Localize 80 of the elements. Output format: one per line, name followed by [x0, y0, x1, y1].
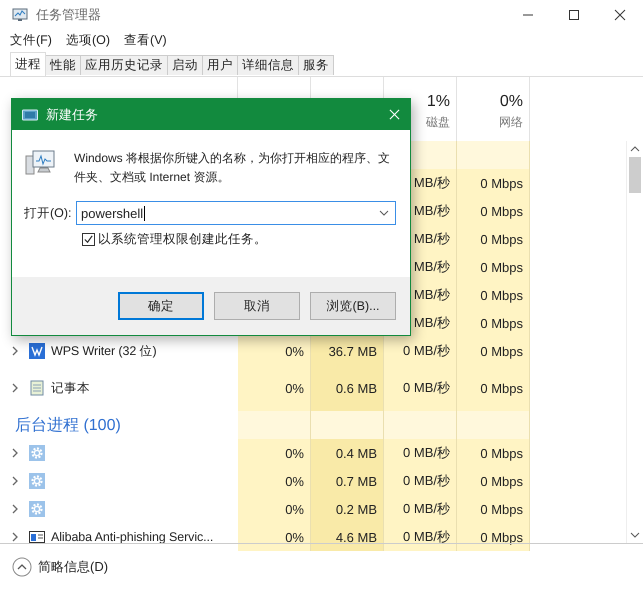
network-value: 0 Mbps: [457, 169, 530, 197]
network-value: 0 Mbps: [457, 337, 530, 365]
app-icon: [29, 343, 45, 359]
fewer-details-link[interactable]: 简略信息(D): [38, 558, 108, 576]
dialog-button[interactable]: 浏览(B)...: [310, 292, 396, 320]
gear-icon: [29, 473, 45, 489]
checkbox-label: 以系统管理权限创建此任务。: [98, 231, 267, 248]
disk-value: 0 MB/秒: [384, 439, 457, 467]
network-value: 0 Mbps: [457, 281, 530, 309]
run-icon: [22, 108, 38, 120]
chevron-icon[interactable]: [11, 475, 19, 487]
menu-item[interactable]: 选项(O): [66, 32, 110, 48]
process-name: 记事本: [51, 380, 90, 396]
window-title: 任务管理器: [36, 6, 101, 24]
cpu-value: 0%: [238, 365, 311, 411]
network-value: 0 Mbps: [457, 467, 530, 495]
network-value: 0 Mbps: [457, 309, 530, 337]
checkbox[interactable]: [82, 233, 95, 246]
tab[interactable]: 服务: [298, 55, 334, 75]
gear-icon: [29, 445, 45, 461]
open-label: 打开(O):: [24, 204, 73, 222]
memory-value: 4.6 MB: [311, 523, 384, 551]
gear-icon: [29, 501, 45, 517]
network-value: 0 Mbps: [457, 225, 530, 253]
menu-item[interactable]: 查看(V): [124, 32, 167, 48]
cpu-value: 0%: [238, 337, 311, 365]
tab[interactable]: 应用历史记录: [80, 55, 168, 75]
tab[interactable]: 进程: [10, 52, 46, 76]
network-value: 0 Mbps: [457, 253, 530, 281]
disk-value: 0 MB/秒: [384, 365, 457, 411]
maximize-icon[interactable]: [568, 9, 580, 21]
window-icon: [29, 529, 45, 545]
scrollbar[interactable]: [626, 141, 643, 543]
dialog-button[interactable]: 确定: [118, 292, 204, 320]
memory-value: 0.2 MB: [311, 495, 384, 523]
chevron-icon[interactable]: [11, 447, 19, 459]
chevron-icon[interactable]: [11, 503, 19, 515]
chevron-icon[interactable]: [11, 345, 19, 357]
group-header: 后台进程 (100): [14, 416, 121, 436]
scroll-thumb[interactable]: [629, 157, 641, 193]
chevron-icon[interactable]: [11, 531, 19, 543]
cpu-value: 0%: [238, 495, 311, 523]
command-combobox[interactable]: powershell: [76, 201, 396, 225]
tab[interactable]: 用户: [202, 55, 238, 75]
disk-value: 0 MB/秒: [384, 467, 457, 495]
disk-value: 0 MB/秒: [384, 495, 457, 523]
cpu-value: 0%: [238, 439, 311, 467]
column-header[interactable]: 磁盘: [426, 114, 450, 131]
network-value: 0 Mbps: [457, 365, 530, 411]
menu-item[interactable]: 文件(F): [10, 32, 52, 48]
close-icon[interactable]: [614, 9, 626, 21]
monitor-icon: [12, 7, 28, 23]
chevron-icon[interactable]: [11, 382, 19, 394]
cpu-value: 0%: [238, 523, 311, 551]
scroll-down-icon[interactable]: [630, 532, 640, 538]
process-name: Alibaba Anti-phishing Servic...: [51, 530, 214, 544]
column-header[interactable]: 网络: [499, 114, 523, 131]
network-value: 0 Mbps: [457, 495, 530, 523]
collapse-icon[interactable]: [12, 557, 32, 577]
network-value: 0 Mbps: [457, 523, 530, 551]
scroll-up-icon[interactable]: [630, 146, 640, 152]
memory-value: 0.7 MB: [311, 467, 384, 495]
dialog-button[interactable]: 取消: [214, 292, 300, 320]
tab[interactable]: 启动: [167, 55, 203, 75]
dialog-title: 新建任务: [46, 106, 98, 124]
memory-value: 36.7 MB: [311, 337, 384, 365]
tab[interactable]: 性能: [45, 55, 81, 75]
memory-value: 0.4 MB: [311, 439, 384, 467]
memory-value: 0.6 MB: [311, 365, 384, 411]
disk-value: 0 MB/秒: [384, 523, 457, 551]
network-value: 0 Mbps: [457, 439, 530, 467]
notepad-icon: [29, 380, 45, 396]
network-percent: 0%: [500, 93, 523, 111]
dropdown-icon[interactable]: [379, 210, 389, 216]
tab[interactable]: 详细信息: [237, 55, 299, 75]
cpu-value: 0%: [238, 467, 311, 495]
network-value: 0 Mbps: [457, 197, 530, 225]
process-name: WPS Writer (32 位): [51, 342, 157, 360]
disk-percent: 1%: [426, 93, 450, 111]
disk-value: 0 MB/秒: [384, 337, 457, 365]
